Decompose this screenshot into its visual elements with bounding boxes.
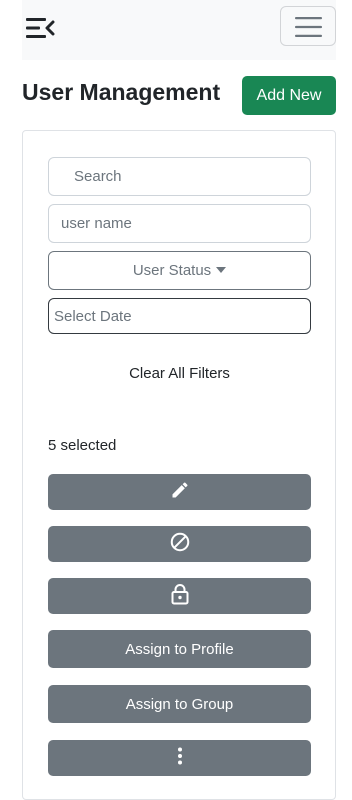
clear-all-filters-button[interactable]: Clear All Filters [48,361,311,385]
assign-to-group-button[interactable]: Assign to Group [48,685,311,723]
disable-selected-button[interactable] [48,526,311,562]
lock-selected-button[interactable] [48,578,311,614]
username-input[interactable] [48,204,311,243]
assign-to-profile-button[interactable]: Assign to Profile [48,630,311,668]
selected-count: 5 selected [48,437,117,454]
pencil-icon [170,480,190,504]
block-icon [169,531,191,557]
search-input[interactable] [48,157,311,196]
sidebar-collapse-icon[interactable] [25,16,55,40]
navbar-toggler-button[interactable] [280,6,336,46]
top-navbar [22,0,336,60]
filter-card: User Status Clear All Filters 5 selected [22,130,336,800]
date-picker-input[interactable] [48,298,311,334]
page-title: User Management [22,79,221,105]
user-status-label: User Status [132,262,212,279]
more-actions-button[interactable] [48,740,311,776]
add-new-button[interactable]: Add New [242,76,336,115]
caret-down-icon [216,266,227,273]
edit-selected-button[interactable] [48,474,311,510]
more-vertical-icon [177,747,183,769]
user-status-dropdown[interactable]: User Status [48,251,311,290]
lock-icon [171,583,189,609]
